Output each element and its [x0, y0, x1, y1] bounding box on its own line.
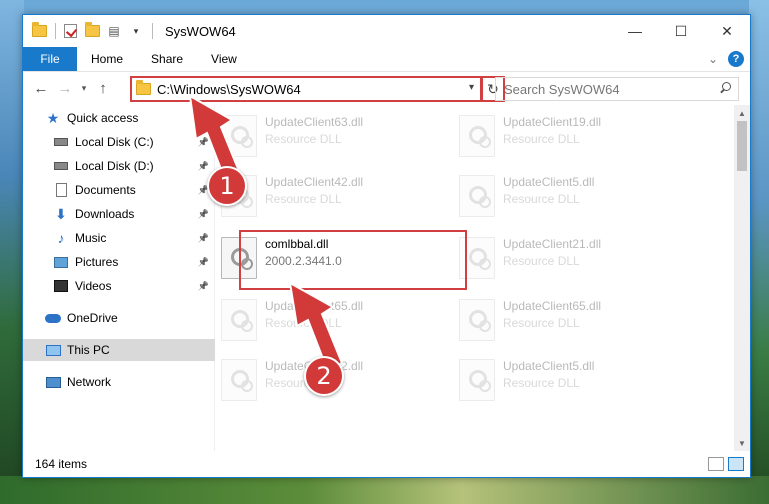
annotation-arrows: [188, 94, 344, 371]
arrow-to-file: [288, 281, 344, 371]
callout-step-1: 1: [207, 166, 247, 206]
callout-step-2: 2: [304, 356, 344, 396]
